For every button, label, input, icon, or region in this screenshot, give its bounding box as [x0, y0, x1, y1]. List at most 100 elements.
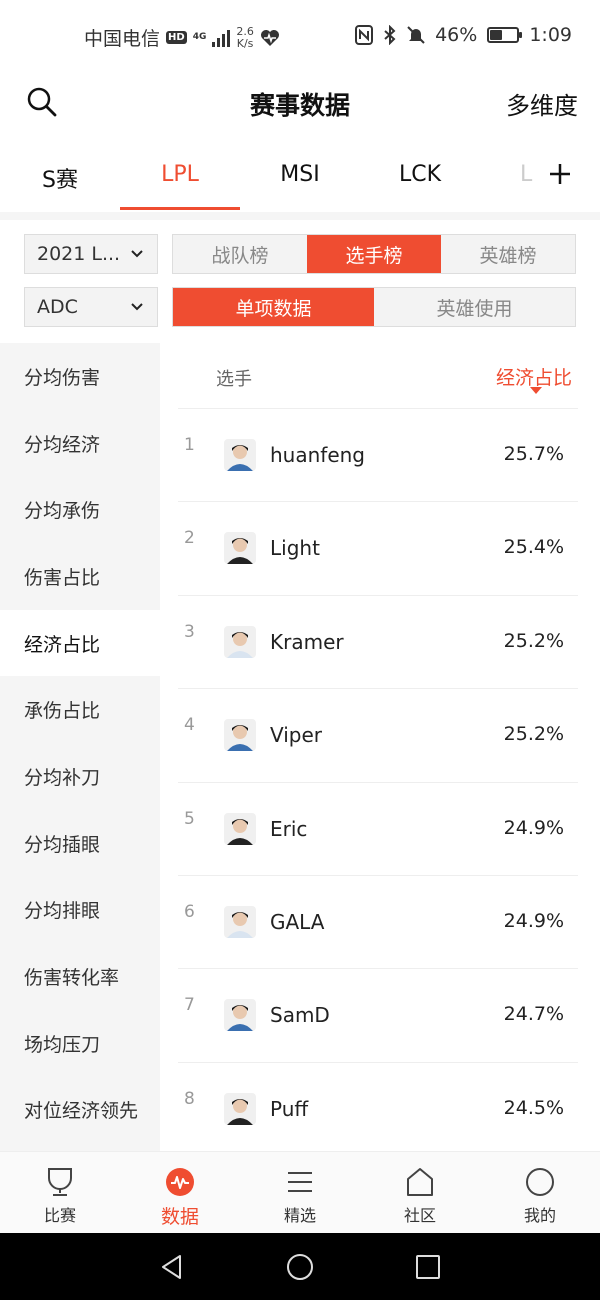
stat-value: 24.5%	[503, 1096, 564, 1119]
table-row[interactable]: 6 GALA 24.9%	[178, 876, 578, 970]
rank-number: 6	[184, 901, 195, 922]
menu-item-damage-taken-share[interactable]: 承伤占比	[0, 676, 160, 743]
player-name: SamD	[270, 1003, 330, 1028]
avatar	[224, 1092, 256, 1125]
filter-area: 2021 L... ADC 战队榜 选手榜 英雄榜 单项数据 英雄使用	[0, 220, 600, 340]
menu-item-avg-cs[interactable]: 分均补刀	[0, 743, 160, 810]
system-nav-bar	[0, 1233, 600, 1300]
table-row[interactable]: 1 huanfeng 25.7%	[178, 409, 578, 503]
rank-number: 5	[184, 808, 195, 829]
avatar	[224, 625, 256, 658]
tab-hero-ranking[interactable]: 英雄榜	[441, 235, 575, 273]
nfc-icon	[355, 25, 374, 45]
season-value: 2021 L...	[37, 243, 121, 265]
stat-value: 25.2%	[503, 629, 564, 652]
nav-label: 社区	[403, 1206, 436, 1225]
trophy-icon	[48, 1168, 72, 1196]
app-header: 赛事数据 多维度	[0, 76, 600, 132]
bottom-nav: 比赛 数据 精选 社区 我的	[0, 1151, 600, 1233]
tab-lpl[interactable]: LPL	[120, 162, 240, 187]
nav-matches[interactable]: 比赛	[0, 1152, 120, 1233]
nav-profile[interactable]: 我的	[480, 1152, 600, 1233]
stat-menu: 分均伤害 分均经济 分均承伤 伤害占比 经济占比 承伤占比 分均补刀 分均插眼 …	[0, 343, 160, 1151]
hd-badge: HD	[166, 31, 187, 44]
tab-single-stat[interactable]: 单项数据	[173, 288, 374, 326]
nav-community[interactable]: 社区	[360, 1152, 480, 1233]
tab-overflow[interactable]: L	[520, 162, 540, 187]
player-name: huanfeng	[270, 443, 365, 467]
menu-item-avg-damage[interactable]: 分均伤害	[0, 343, 160, 410]
back-triangle-icon[interactable]	[158, 1253, 186, 1281]
net-speed: 2.6 K/s	[236, 24, 254, 50]
player-name: Viper	[270, 723, 323, 748]
menu-item-cs-lead[interactable]: 场均压刀	[0, 1010, 160, 1077]
nav-data[interactable]: 数据	[120, 1152, 240, 1233]
table-row[interactable]: 3 Kramer 25.2%	[178, 596, 578, 690]
column-header-stat[interactable]: 经济占比	[496, 363, 572, 390]
tab-player-ranking[interactable]: 选手榜	[307, 235, 441, 273]
menu-item-gold-share[interactable]: 经济占比	[0, 609, 160, 677]
table-row[interactable]: 8 Puff 24.5%	[178, 1063, 578, 1151]
nav-label: 我的	[523, 1206, 556, 1225]
table-row[interactable]: 2 Light 25.4%	[178, 502, 578, 596]
season-dropdown[interactable]: 2021 L...	[24, 234, 158, 274]
multi-dimension-button[interactable]: 多维度	[506, 86, 578, 121]
player-name: Light	[270, 536, 320, 561]
data-type-tabs: 单项数据 英雄使用	[172, 287, 576, 327]
bluetooth-icon	[384, 25, 396, 45]
nav-label: 精选	[283, 1206, 316, 1225]
home-circle-icon[interactable]	[286, 1253, 314, 1281]
battery-percent: 46%	[435, 24, 478, 46]
clock: 1:09	[529, 24, 572, 46]
add-league-icon[interactable]	[548, 162, 572, 186]
menu-item-avg-wards-placed[interactable]: 分均插眼	[0, 810, 160, 877]
chevron-down-icon	[131, 303, 143, 311]
rank-number: 2	[184, 528, 195, 549]
menu-item-avg-gold[interactable]: 分均经济	[0, 410, 160, 477]
position-value: ADC	[37, 296, 78, 318]
list-icon	[288, 1172, 312, 1192]
table-row[interactable]: 4 Viper 25.2%	[178, 689, 578, 783]
player-ranking-table: 选手 经济占比 1 huanfeng 25.7% 2 Light 25.4% 3 Kramer…	[178, 343, 578, 1151]
recents-square-icon[interactable]	[414, 1253, 442, 1281]
tab-msi[interactable]: MSI	[240, 162, 360, 187]
menu-item-damage-conversion[interactable]: 伤害转化率	[0, 943, 160, 1010]
stat-value: 25.2%	[503, 723, 564, 746]
player-name: Eric	[270, 816, 308, 841]
nav-label: 比赛	[43, 1206, 76, 1225]
active-tab-indicator	[120, 207, 240, 210]
stat-value: 24.9%	[503, 816, 564, 839]
sort-desc-icon	[530, 387, 542, 394]
avatar	[224, 532, 256, 565]
rank-number: 4	[184, 715, 195, 736]
stat-value: 25.4%	[503, 536, 564, 559]
menu-item-damage-share[interactable]: 伤害占比	[0, 543, 160, 610]
rank-number: 8	[184, 1088, 195, 1109]
player-name: Kramer	[270, 629, 344, 654]
chevron-down-icon	[131, 250, 143, 258]
avatar	[224, 905, 256, 938]
stat-value: 24.9%	[503, 909, 564, 932]
player-name: GALA	[270, 909, 325, 934]
section-divider	[0, 212, 600, 220]
nav-featured[interactable]: 精选	[240, 1152, 360, 1233]
menu-item-avg-damage-taken[interactable]: 分均承伤	[0, 476, 160, 543]
tab-lck[interactable]: LCK	[360, 162, 480, 187]
rank-number: 3	[184, 621, 195, 642]
network-type: 4G	[192, 32, 207, 42]
battery-icon	[487, 27, 523, 43]
column-header-player: 选手	[216, 369, 252, 390]
player-name: Puff	[270, 1096, 309, 1121]
menu-item-avg-wards-cleared[interactable]: 分均排眼	[0, 877, 160, 944]
tab-s-season[interactable]: S赛	[0, 162, 120, 194]
stat-value: 25.7%	[503, 443, 564, 465]
profile-icon	[526, 1168, 554, 1196]
tab-team-ranking[interactable]: 战队榜	[173, 235, 307, 273]
table-row[interactable]: 5 Eric 24.9%	[178, 783, 578, 876]
position-dropdown[interactable]: ADC	[24, 287, 158, 327]
menu-item-lane-gold-lead[interactable]: 对位经济领先	[0, 1077, 160, 1144]
table-row[interactable]: 7 SamD 24.7%	[178, 969, 578, 1063]
nav-label: 数据	[160, 1206, 199, 1228]
rank-number: 1	[184, 435, 195, 455]
tab-hero-usage[interactable]: 英雄使用	[374, 288, 575, 326]
